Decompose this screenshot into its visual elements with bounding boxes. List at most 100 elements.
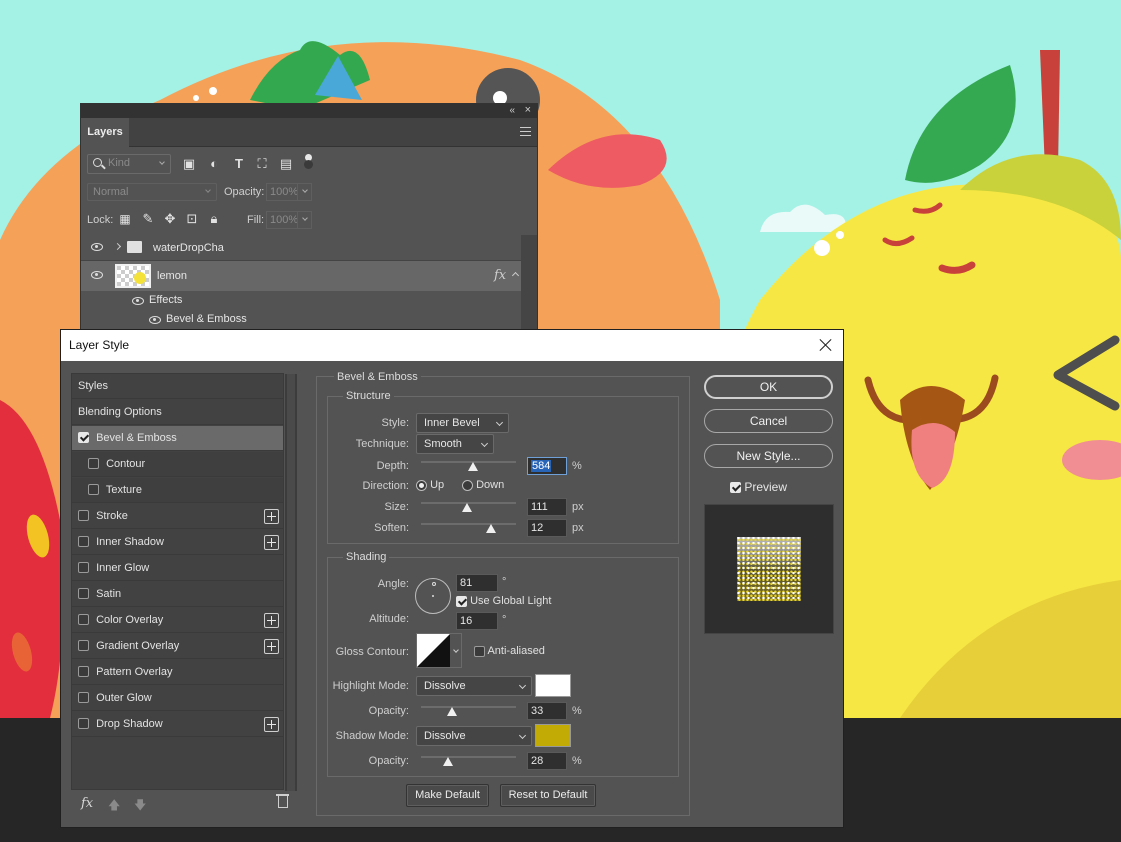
effect-bevel-row[interactable]: Bevel & Emboss: [81, 310, 521, 329]
ok-button[interactable]: OK: [704, 375, 833, 399]
shape-filter-icon[interactable]: ⛶: [253, 155, 271, 173]
shadow-color-swatch[interactable]: [535, 724, 571, 747]
preview-option[interactable]: Preview: [730, 480, 787, 494]
preview-checkbox[interactable]: [730, 482, 741, 494]
color-overlay-checkbox[interactable]: [78, 613, 89, 625]
filter-toggle-icon[interactable]: [304, 154, 313, 169]
fill-field[interactable]: 100%: [266, 211, 312, 229]
angle-dial[interactable]: [415, 578, 451, 614]
global-light-option[interactable]: Use Global Light: [456, 595, 551, 607]
highlight-opacity-input[interactable]: 33: [527, 702, 567, 720]
style-item-outer-glow[interactable]: Outer Glow: [72, 686, 283, 711]
direction-down-option[interactable]: Down: [462, 479, 504, 491]
highlight-opacity-thumb[interactable]: [447, 707, 458, 716]
angle-input[interactable]: 81: [456, 574, 498, 592]
style-item-stroke[interactable]: Stroke: [72, 504, 283, 529]
gradient-overlay-checkbox[interactable]: [78, 639, 89, 651]
stroke-checkbox[interactable]: [78, 509, 89, 521]
style-item-styles[interactable]: Styles: [72, 374, 283, 399]
collapse-effects-icon[interactable]: [511, 271, 520, 280]
style-item-color-overlay[interactable]: Color Overlay: [72, 608, 283, 633]
highlight-mode-dropdown[interactable]: Dissolve: [416, 676, 532, 696]
outer-glow-checkbox[interactable]: [78, 691, 89, 703]
style-item-inner-shadow[interactable]: Inner Shadow: [72, 530, 283, 555]
depth-input[interactable]: 584: [527, 457, 567, 475]
shadow-opacity-input[interactable]: 28: [527, 752, 567, 770]
smart-object-filter-icon[interactable]: ▤: [277, 155, 295, 173]
add-drop-shadow-icon[interactable]: [264, 717, 279, 732]
inner-glow-checkbox[interactable]: [78, 561, 89, 573]
adjustment-filter-icon[interactable]: ◐: [205, 155, 223, 173]
image-filter-icon[interactable]: ▣: [180, 155, 198, 173]
tab-layers[interactable]: Layers: [81, 118, 129, 147]
soften-slider-thumb[interactable]: [486, 524, 497, 533]
satin-checkbox[interactable]: [78, 587, 89, 599]
style-item-gradient-overlay[interactable]: Gradient Overlay: [72, 634, 283, 659]
effect-eye-icon[interactable]: [149, 316, 161, 324]
cancel-button[interactable]: Cancel: [704, 409, 833, 433]
opacity-field[interactable]: 100%: [266, 183, 312, 201]
style-item-pattern-overlay[interactable]: Pattern Overlay: [72, 660, 283, 685]
close-panel-icon[interactable]: ×: [525, 104, 531, 117]
panel-menu-icon[interactable]: [520, 127, 531, 136]
layer-row-lemon[interactable]: lemon fx: [81, 261, 521, 291]
style-item-satin[interactable]: Satin: [72, 582, 283, 607]
fx-icon[interactable]: fx: [494, 268, 506, 283]
add-color-overlay-icon[interactable]: [264, 613, 279, 628]
lock-artboard-icon[interactable]: ⊡: [183, 210, 201, 228]
move-down-icon[interactable]: 🡇: [134, 796, 146, 817]
move-up-icon[interactable]: 🡅: [108, 796, 120, 817]
highlight-opacity-track[interactable]: [421, 706, 516, 708]
style-item-contour[interactable]: Contour: [72, 452, 283, 477]
direction-down-radio[interactable]: [462, 479, 473, 491]
collapse-panel-icon[interactable]: «: [509, 104, 515, 117]
lock-position-icon[interactable]: ✥: [161, 210, 179, 228]
shadow-opacity-track[interactable]: [421, 756, 516, 758]
close-icon[interactable]: [817, 336, 835, 354]
anti-aliased-checkbox[interactable]: [474, 645, 485, 657]
visibility-eye-icon[interactable]: [91, 271, 103, 279]
new-style-button[interactable]: New Style...: [704, 444, 833, 468]
styles-scrollbar[interactable]: [285, 374, 297, 791]
size-slider-thumb[interactable]: [461, 503, 472, 512]
layer-filter-dropdown[interactable]: Kind: [87, 154, 171, 174]
style-item-blending-options[interactable]: Blending Options: [72, 400, 283, 425]
lock-transparent-icon[interactable]: ▦: [116, 210, 134, 228]
add-inner-shadow-icon[interactable]: [264, 535, 279, 550]
direction-up-radio[interactable]: [416, 479, 427, 491]
delete-effect-icon[interactable]: [276, 794, 289, 808]
size-input[interactable]: 111: [527, 498, 567, 516]
effects-row[interactable]: Effects: [81, 291, 521, 310]
blend-mode-dropdown[interactable]: Normal: [87, 183, 217, 201]
type-filter-icon[interactable]: T: [230, 155, 248, 173]
reset-to-default-button[interactable]: Reset to Default: [500, 784, 596, 807]
bevel-style-dropdown[interactable]: Inner Bevel: [416, 413, 509, 433]
soften-slider-track[interactable]: [421, 523, 516, 525]
texture-checkbox[interactable]: [88, 483, 99, 495]
technique-dropdown[interactable]: Smooth: [416, 434, 494, 454]
style-item-bevel-emboss[interactable]: Bevel & Emboss: [72, 426, 283, 451]
depth-slider-thumb[interactable]: [468, 462, 479, 471]
soften-input[interactable]: 12: [527, 519, 567, 537]
highlight-color-swatch[interactable]: [535, 674, 571, 697]
pattern-overlay-checkbox[interactable]: [78, 665, 89, 677]
lock-all-icon[interactable]: 🔒︎: [205, 210, 223, 228]
effects-eye-icon[interactable]: [132, 297, 144, 305]
inner-shadow-checkbox[interactable]: [78, 535, 89, 547]
fx-menu-icon[interactable]: fx: [81, 796, 93, 811]
layers-scrollbar[interactable]: [521, 235, 537, 333]
direction-up-option[interactable]: Up: [416, 479, 444, 491]
visibility-eye-icon[interactable]: [91, 243, 103, 251]
drop-shadow-checkbox[interactable]: [78, 717, 89, 729]
gloss-contour-picker[interactable]: [416, 633, 462, 668]
shadow-mode-dropdown[interactable]: Dissolve: [416, 726, 532, 746]
shadow-opacity-thumb[interactable]: [442, 757, 453, 766]
global-light-checkbox[interactable]: [456, 595, 467, 607]
altitude-input[interactable]: 16: [456, 612, 498, 630]
style-item-texture[interactable]: Texture: [72, 478, 283, 503]
add-gradient-overlay-icon[interactable]: [264, 639, 279, 654]
bevel-emboss-checkbox[interactable]: [78, 431, 89, 443]
make-default-button[interactable]: Make Default: [406, 784, 489, 807]
contour-checkbox[interactable]: [88, 457, 99, 469]
add-stroke-icon[interactable]: [264, 509, 279, 524]
